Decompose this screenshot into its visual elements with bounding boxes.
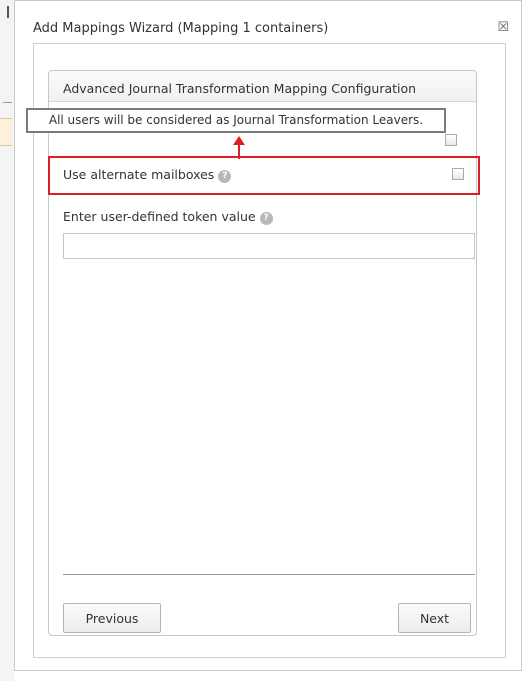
next-button[interactable]: Next — [398, 603, 471, 633]
footer-divider — [63, 574, 475, 575]
token-label: Enter user-defined token value — [63, 209, 256, 224]
panel-header: Advanced Journal Transformation Mapping … — [49, 71, 476, 102]
panel-title: Advanced Journal Transformation Mapping … — [63, 81, 417, 96]
dialog-content-frame: Advanced Journal Transformation Mapping … — [33, 43, 506, 658]
token-input[interactable] — [63, 233, 475, 259]
previous-button[interactable]: Previous — [63, 603, 161, 633]
config-panel: Advanced Journal Transformation Mapping … — [48, 70, 477, 636]
close-icon[interactable]: ☒ — [497, 21, 509, 34]
annotation-highlight-box — [48, 156, 480, 195]
annotation-arrow-icon — [233, 136, 245, 145]
dialog-titlebar: Add Mappings Wizard (Mapping 1 container… — [15, 1, 521, 45]
wizard-dialog: Add Mappings Wizard (Mapping 1 container… — [14, 0, 522, 671]
tooltip: All users will be considered as Journal … — [26, 108, 446, 133]
background-app-marker — [7, 6, 9, 18]
question-icon[interactable]: ? — [259, 212, 273, 225]
obscured-option-checkbox[interactable] — [445, 134, 457, 146]
background-app-selected-row — [0, 118, 12, 146]
token-label-group: Enter user-defined token value? — [63, 209, 273, 225]
dialog-title: Add Mappings Wizard (Mapping 1 container… — [33, 21, 329, 36]
annotation-arrow-line — [238, 143, 240, 159]
background-app-marker — [3, 102, 12, 103]
